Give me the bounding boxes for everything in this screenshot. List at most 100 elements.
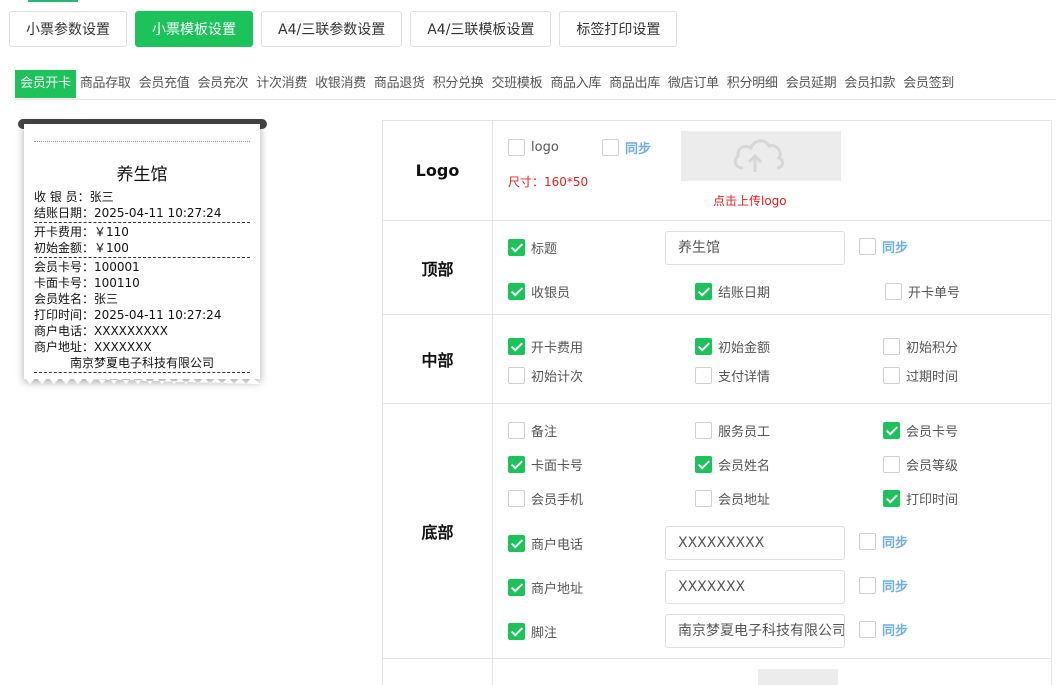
sub-tab[interactable]: 商品出库 xyxy=(605,70,664,98)
checkbox-label: 商户地址 xyxy=(531,582,584,597)
receipt-line: 会员姓名：张三 xyxy=(34,292,119,306)
sub-tab[interactable]: 商品退货 xyxy=(370,70,429,98)
footnote-checkbox[interactable]: 脚注 xyxy=(508,622,557,641)
tab-receipt-params[interactable]: 小票参数设置 xyxy=(9,11,127,47)
tab-label-print[interactable]: 标签打印设置 xyxy=(559,11,678,47)
checkbox-box xyxy=(508,239,525,256)
merchant-address-input[interactable]: XXXXXXX xyxy=(665,570,845,604)
sub-tab[interactable]: 商品入库 xyxy=(546,70,605,98)
section-body-logo: logo 同步 尺寸：160*50 点击上传logo xyxy=(493,121,1051,220)
middle-checkbox[interactable]: 过期时间 xyxy=(883,366,958,385)
bottom-checkbox[interactable]: 会员等级 xyxy=(883,455,958,474)
footnote-sync-checkbox[interactable]: 同步 xyxy=(859,620,908,639)
merchant-address-sync-checkbox[interactable]: 同步 xyxy=(859,576,908,595)
receipt-dash-divider xyxy=(34,222,250,223)
checkbox-box xyxy=(885,283,902,300)
sub-tab[interactable]: 计次消费 xyxy=(252,70,311,98)
title-sync-checkbox[interactable]: 同步 xyxy=(859,237,908,256)
sync-label: 同步 xyxy=(625,142,652,157)
title-checkbox[interactable]: 标题 xyxy=(508,238,557,257)
tab-a4-template[interactable]: A4/三联模板设置 xyxy=(410,11,552,47)
merchant-phone-input[interactable]: XXXXXXXXX xyxy=(665,526,845,560)
middle-checkbox[interactable]: 支付详情 xyxy=(695,366,770,385)
sub-tab[interactable]: 会员扣款 xyxy=(840,70,899,98)
sub-tab[interactable]: 商品存取 xyxy=(76,70,135,98)
checkbox-box xyxy=(695,422,712,439)
bottom-checkbox[interactable]: 会员手机 xyxy=(508,489,583,508)
checkbox-box xyxy=(602,139,619,156)
cloud-upload-icon xyxy=(733,139,785,172)
checkbox-box xyxy=(883,338,900,355)
bottom-checkbox[interactable]: 备注 xyxy=(508,421,557,440)
receipt-footer: 南京梦夏电子科技有限公司 xyxy=(69,356,214,370)
section-label-middle: 中部 xyxy=(383,315,493,403)
receipt-line: 商户地址：XXXXXXX xyxy=(34,340,152,354)
sub-tab[interactable]: 会员延期 xyxy=(782,70,841,98)
bottom-checkbox[interactable]: 卡面卡号 xyxy=(508,455,583,474)
checkbox-label: 收银员 xyxy=(531,286,571,301)
checkout-date-checkbox[interactable]: 结账日期 xyxy=(695,282,770,301)
middle-checkbox[interactable]: 初始积分 xyxy=(883,337,958,356)
merchant-phone-checkbox[interactable]: 商户电话 xyxy=(508,534,583,553)
bottom-checkbox[interactable]: 会员地址 xyxy=(695,489,770,508)
middle-checkbox[interactable]: 开卡费用 xyxy=(508,337,583,356)
sub-tab[interactable]: 积分兑换 xyxy=(429,70,488,98)
merchant-address-checkbox[interactable]: 商户地址 xyxy=(508,578,583,597)
section-body-middle: 开卡费用 初始金额 初始积分 初始计次 支付详情 过期时间 xyxy=(493,315,1051,403)
sub-tab-bar: 会员开卡 商品存取 会员充值 会员充次 计次消费 收银消费 商品退货 积分兑换 … xyxy=(15,70,1056,100)
checkbox-box xyxy=(859,533,876,550)
sub-tab[interactable]: 积分明细 xyxy=(723,70,782,98)
sub-tab[interactable]: 收银消费 xyxy=(311,70,370,98)
card-order-no-checkbox[interactable]: 开卡单号 xyxy=(885,282,960,301)
checkbox-label: 过期时间 xyxy=(906,370,959,385)
logo-size-hint: 尺寸：160*50 xyxy=(508,175,589,189)
bottom-checkbox[interactable]: 会员卡号 xyxy=(883,421,958,440)
footnote-input[interactable]: 南京梦夏电子科技有限公司 xyxy=(665,614,845,648)
checkbox-box xyxy=(859,621,876,638)
checkbox-label: 卡面卡号 xyxy=(531,459,584,474)
middle-checkbox[interactable]: 初始计次 xyxy=(508,366,583,385)
checkbox-box xyxy=(508,579,525,596)
title-input[interactable]: 养生馆 xyxy=(665,231,845,265)
bottom-checkbox[interactable]: 服务员工 xyxy=(695,421,770,440)
logo-sync-checkbox[interactable]: 同步 xyxy=(602,138,651,157)
sub-tab[interactable]: 交班模板 xyxy=(488,70,547,98)
receipt-line: 收 银 员：张三 xyxy=(34,190,114,204)
checkbox-label: 开卡费用 xyxy=(531,341,584,356)
section-body-next xyxy=(493,659,1051,685)
checkbox-label: 支付详情 xyxy=(718,370,771,385)
merchant-phone-sync-checkbox[interactable]: 同步 xyxy=(859,532,908,551)
sub-tab[interactable]: 会员开卡 xyxy=(15,70,76,98)
receipt-shop-name: 养生馆 xyxy=(116,165,168,185)
bottom-checkbox[interactable]: 打印时间 xyxy=(883,489,958,508)
section-label-next xyxy=(383,659,493,685)
checkbox-box xyxy=(859,577,876,594)
checkbox-box xyxy=(695,283,712,300)
sub-tab[interactable]: 微店订单 xyxy=(664,70,723,98)
sub-tab[interactable]: 会员签到 xyxy=(899,70,958,98)
sub-tab[interactable]: 会员充值 xyxy=(135,70,194,98)
receipt-preview: 养生馆 收 银 员：张三 结账日期：2025-04-11 10:27:24 开卡… xyxy=(24,124,260,384)
receipt-line: 结账日期：2025-04-11 10:27:24 xyxy=(34,206,222,220)
tab-a4-params[interactable]: A4/三联参数设置 xyxy=(261,11,403,47)
next-upload-area[interactable] xyxy=(758,669,838,685)
checkbox-label: 备注 xyxy=(531,425,558,440)
logo-upload-label[interactable]: 点击上传logo xyxy=(713,192,787,209)
bottom-checkbox[interactable]: 会员姓名 xyxy=(695,455,770,474)
template-settings-table: Logo logo 同步 尺寸：160*50 点击上传logo 顶部 标题 养生… xyxy=(382,120,1052,685)
sync-label: 同步 xyxy=(882,241,909,256)
logo-checkbox[interactable]: logo xyxy=(508,139,559,156)
checkbox-box xyxy=(695,367,712,384)
tab-receipt-template[interactable]: 小票模板设置 xyxy=(135,11,253,47)
checkbox-label: 打印时间 xyxy=(906,493,959,508)
checkbox-box xyxy=(508,623,525,640)
logo-upload-area[interactable] xyxy=(681,131,841,181)
section-label-top: 顶部 xyxy=(383,221,493,314)
sub-tab[interactable]: 会员充次 xyxy=(193,70,252,98)
cashier-checkbox[interactable]: 收银员 xyxy=(508,282,570,301)
checkbox-box xyxy=(508,283,525,300)
middle-checkbox[interactable]: 初始金额 xyxy=(695,337,770,356)
checkbox-box xyxy=(695,338,712,355)
receipt-torn-edge xyxy=(24,377,260,384)
receipt-dash-divider xyxy=(34,372,250,373)
